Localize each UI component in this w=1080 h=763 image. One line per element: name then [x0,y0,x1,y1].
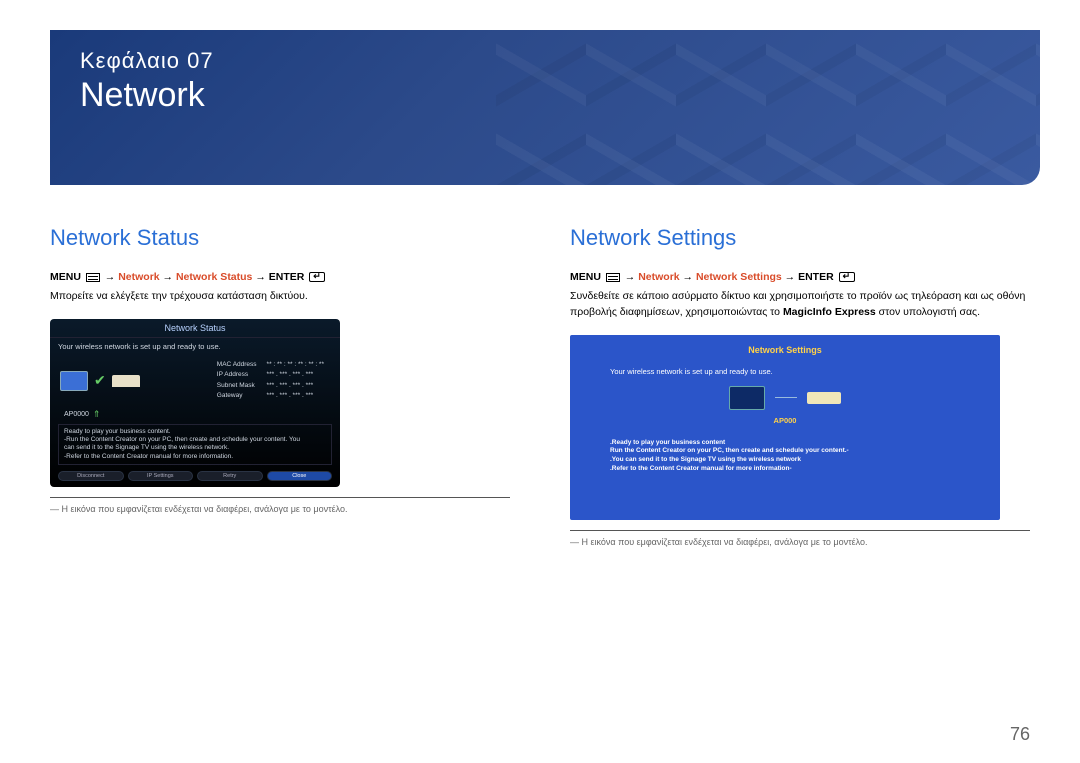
ap-name: AP000 [580,416,990,425]
section-heading-status: Network Status [50,225,510,251]
banner-decoration [496,30,1041,185]
router-icon [807,392,841,404]
enter-label: ENTER [269,271,305,283]
ready-box: .Ready to play your business content Run… [610,439,960,474]
router-icon [112,375,140,387]
osd-status-line: Your wireless network is set up and read… [610,367,990,376]
footnote-rule [570,530,1030,531]
breadcrumb-settings: MENU → Network → Network Settings → ENTE… [570,271,1030,283]
osd-title: Network Status [50,319,340,338]
menu-label: MENU [570,271,601,283]
wifi-icon: ⇑ [93,409,101,420]
menu-label: MENU [50,271,81,283]
section-heading-settings: Network Settings [570,225,1030,251]
ap-name: AP0000 [64,411,89,418]
link-line-icon [775,397,797,398]
footnote-rule [50,497,510,498]
check-icon: ✔ [94,372,106,389]
close-button[interactable]: Close [267,471,333,481]
osd-title: Network Settings [580,345,990,355]
retry-button[interactable]: Retry [197,471,263,481]
breadcrumb-status: MENU → Network → Network Status → ENTER [50,271,510,283]
enter-icon [309,272,325,282]
breadcrumb-path: Network [118,271,159,283]
ready-box: Ready to play your business content. -Ru… [58,424,332,466]
osd-status-line: Your wireless network is set up and read… [50,338,340,355]
settings-footnote: ― Η εικόνα που εμφανίζεται ενδέχεται να … [570,537,1030,547]
settings-screenshot: Network Settings Your wireless network i… [570,335,1030,520]
menu-icon [86,273,100,282]
tv-icon [60,371,88,391]
status-description: Μπορείτε να ελέγξετε την τρέχουσα κατάστ… [50,289,510,305]
status-screenshot: Network Status Your wireless network is … [50,319,510,488]
chapter-banner: Κεφάλαιο 07 Network [50,30,1040,185]
settings-description: Συνδεθείτε σε κάποιο ασύρματο δίκτυο και… [570,289,1030,321]
network-status-section: Network Status MENU → Network → Network … [50,225,510,547]
breadcrumb-path: Network [638,271,679,283]
enter-icon [839,272,855,282]
enter-label: ENTER [798,271,834,283]
status-footnote: ― Η εικόνα που εμφανίζεται ενδέχεται να … [50,504,510,514]
network-settings-section: Network Settings MENU → Network → Networ… [570,225,1030,547]
disconnect-button[interactable]: Disconnect [58,471,124,481]
breadcrumb-item: Network Status [176,271,252,283]
tv-icon [729,386,765,410]
breadcrumb-item: Network Settings [696,271,782,283]
page-number: 76 [1010,724,1030,745]
menu-icon [606,273,620,282]
ip-settings-button[interactable]: IP Settings [128,471,194,481]
network-info-table: MAC Address** : ** : ** : ** : ** : ** I… [211,359,330,403]
